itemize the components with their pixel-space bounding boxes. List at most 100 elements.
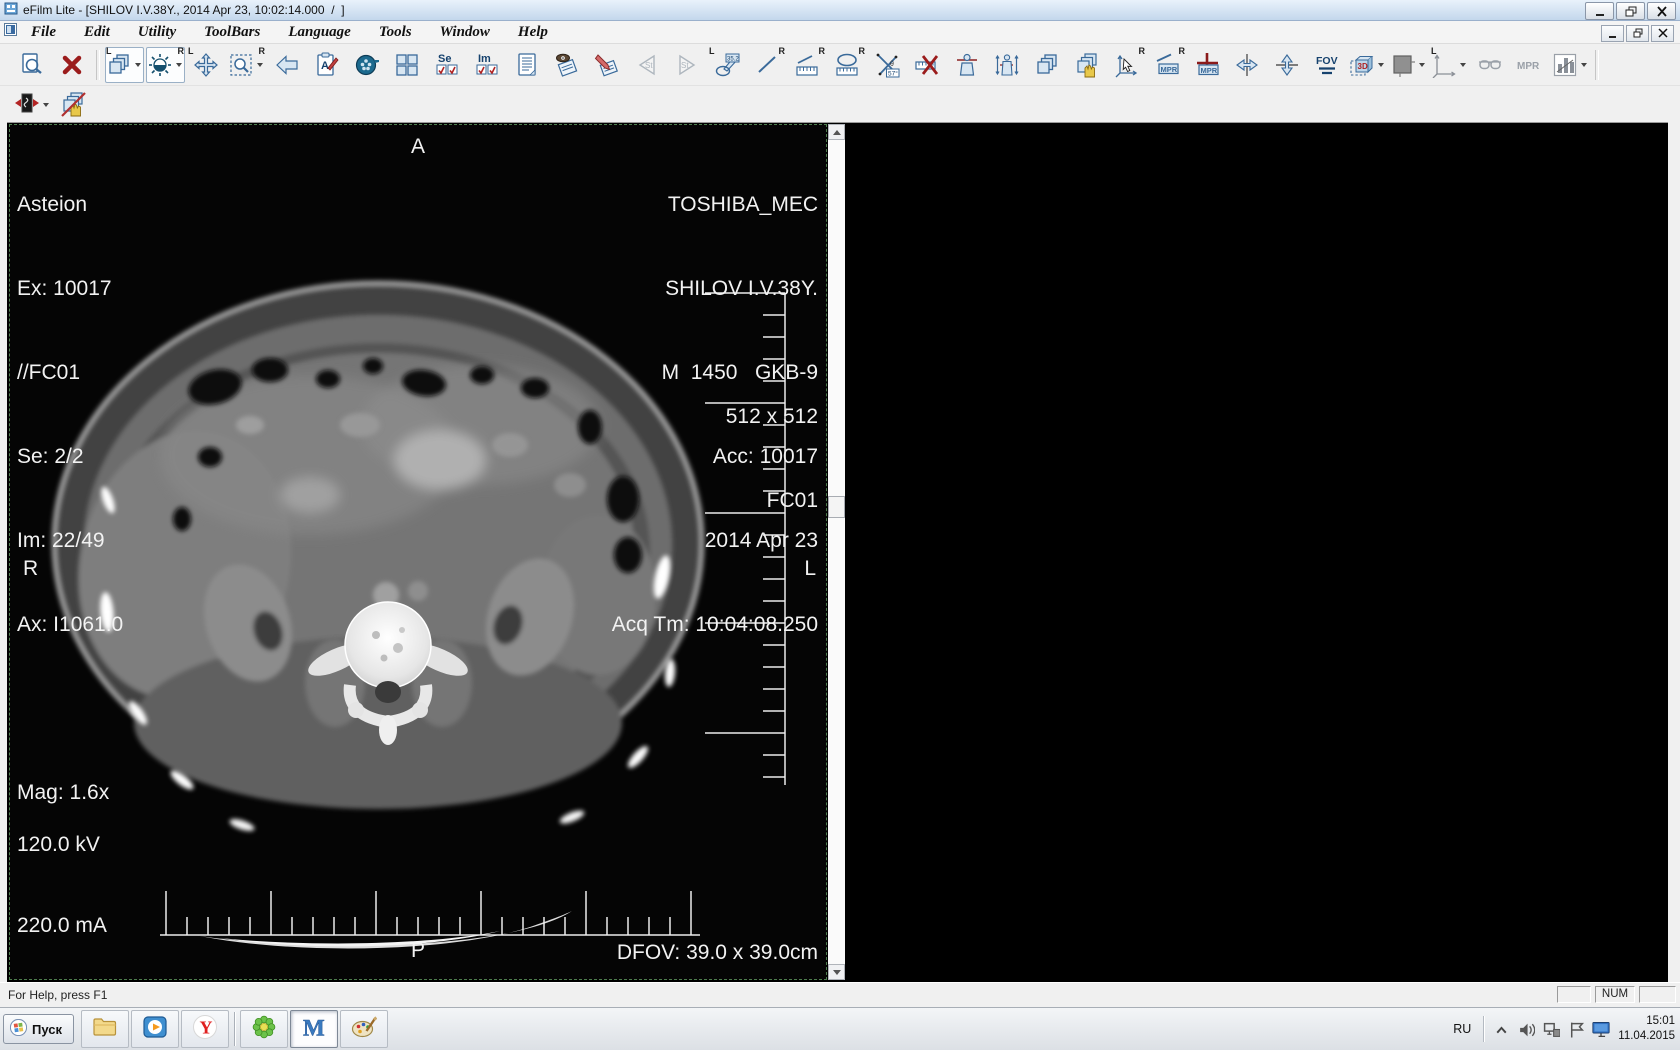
- toolbar-edit-report-button[interactable]: [588, 47, 626, 83]
- workspace: Asteion Ex: 10017 //FC01 Se: 2/2 Im: 22/…: [7, 122, 1668, 983]
- toolbar-series-synchronize-button[interactable]: Se: [428, 47, 466, 83]
- scroll-thumb[interactable]: [828, 496, 845, 518]
- toolbar-open-images-button[interactable]: [13, 47, 51, 83]
- minimize-button[interactable]: [1585, 2, 1614, 20]
- dropdown-arrow-icon[interactable]: [1375, 48, 1386, 82]
- clock-time: 15:01: [1618, 1014, 1675, 1029]
- image-viewport[interactable]: Asteion Ex: 10017 //FC01 Se: 2/2 Im: 22/…: [9, 124, 827, 980]
- mdi-restore-button[interactable]: [1626, 25, 1649, 42]
- taskbar-m-application-button[interactable]: М: [290, 1010, 338, 1048]
- toolbar-drag-stack-button[interactable]: [1068, 47, 1106, 83]
- toolbar-pan-mode-button[interactable]: L: [187, 47, 225, 83]
- display-icon[interactable]: [1592, 1020, 1610, 1038]
- taskbar-icq-button[interactable]: [240, 1010, 288, 1048]
- menu-utility[interactable]: Utility: [124, 24, 190, 41]
- scroll-down-button[interactable]: [828, 964, 845, 980]
- taskbar-paint-button[interactable]: [340, 1010, 388, 1048]
- close-button[interactable]: [1647, 2, 1676, 20]
- pages-hand-slash-icon: [60, 91, 86, 117]
- toolbar-cine-button[interactable]: [348, 47, 386, 83]
- taskbar-file-manager-button[interactable]: [81, 1010, 129, 1048]
- mpr-cross-icon: MPR: [1194, 52, 1220, 78]
- toolbar-volume-3d-button[interactable]: 3D: [1348, 47, 1387, 83]
- dropdown-arrow-icon[interactable]: [132, 48, 143, 82]
- start-button[interactable]: Пуск: [3, 1014, 74, 1044]
- toolbar-stack-mode-button[interactable]: L: [105, 47, 144, 83]
- toolbar-measure-distance-button[interactable]: R: [788, 47, 826, 83]
- overlay-line: FC01: [726, 487, 818, 515]
- toolbar-reference-lines-button[interactable]: [948, 47, 986, 83]
- sun-icon: [147, 52, 173, 78]
- dropdown-arrow-icon[interactable]: [1457, 48, 1468, 82]
- histogram-icon: [1552, 52, 1578, 78]
- mdi-minimize-button[interactable]: [1601, 25, 1624, 42]
- toolbar-measure-angle-button[interactable]: θ57°: [868, 47, 906, 83]
- menu-edit[interactable]: Edit: [70, 24, 124, 41]
- mdi-close-button[interactable]: [1651, 25, 1674, 42]
- toolbar-close-images-button[interactable]: [53, 47, 91, 83]
- toolbar-measure-ellipse-button[interactable]: R: [828, 47, 866, 83]
- scroll-up-button[interactable]: [828, 124, 845, 140]
- cursor-3d-icon: [1114, 52, 1140, 78]
- toolbar-report-button[interactable]: [508, 47, 546, 83]
- menu-window[interactable]: Window: [426, 24, 504, 41]
- menu-help[interactable]: Help: [504, 24, 562, 41]
- toolbar-link-stacks-button[interactable]: [1028, 47, 1066, 83]
- network-icon[interactable]: [1542, 1020, 1560, 1038]
- clock-date: 11.04.2015: [1618, 1029, 1675, 1044]
- taskbar-yandex-browser-button[interactable]: Y: [181, 1010, 229, 1048]
- menu-language[interactable]: Language: [274, 24, 365, 41]
- yandex-icon: Y: [192, 1014, 218, 1045]
- toolbar-previous-display-button[interactable]: [268, 47, 306, 83]
- mouse-button-badge: L: [1431, 46, 1437, 56]
- taskbar-media-player-button[interactable]: [131, 1010, 179, 1048]
- toolbar-match-fov-button[interactable]: FOV: [1308, 47, 1346, 83]
- svg-text:MPR: MPR: [1517, 61, 1540, 72]
- toolbar-zoom-mode-button[interactable]: R: [227, 47, 266, 83]
- status-num-lock-indicator: NUM: [1595, 986, 1635, 1003]
- toolbar-delete-measurements-button[interactable]: [908, 47, 946, 83]
- svg-text:A: A: [321, 60, 329, 72]
- mouse-button-badge: L: [188, 46, 194, 56]
- volume-icon[interactable]: [1517, 1020, 1535, 1038]
- wmp-icon: [142, 1014, 168, 1045]
- toolbar-mpr-orthogonal-button[interactable]: MPR: [1188, 47, 1226, 83]
- menu-toolbars[interactable]: ToolBars: [190, 24, 274, 41]
- menu-bar: FileEditUtilityToolBarsLanguageToolsWind…: [0, 21, 1680, 44]
- toolbar-image-synchronize-button[interactable]: Im: [468, 47, 506, 83]
- toolbar-probe-button[interactable]: 35.2L: [708, 47, 746, 83]
- hidden-icons-icon[interactable]: [1492, 1020, 1510, 1038]
- toolbar-flip-vertical-button[interactable]: [1268, 47, 1306, 83]
- image-scrollbar[interactable]: [828, 124, 845, 980]
- restore-button[interactable]: [1616, 2, 1645, 20]
- menu-file[interactable]: File: [17, 24, 70, 41]
- menu-tools[interactable]: Tools: [365, 24, 426, 41]
- pages-icon: [1034, 52, 1060, 78]
- action-center-icon[interactable]: [1567, 1020, 1585, 1038]
- toolbar-window-level-button[interactable]: R: [146, 47, 185, 83]
- toolbar-window-shade-button[interactable]: [1389, 47, 1428, 83]
- overlay-line: SHILOV I.V.38Y.: [612, 275, 818, 303]
- toolbar-view-report-button[interactable]: [548, 47, 586, 83]
- toolbar-dicom-export-button[interactable]: [13, 86, 52, 122]
- toolbar-annotation-button[interactable]: A: [308, 47, 346, 83]
- pencil-doc-icon: [594, 52, 620, 78]
- dropdown-arrow-icon[interactable]: [40, 87, 51, 121]
- toolbar-histogram-button: [1551, 47, 1590, 83]
- toolbar-flip-horizontal-button[interactable]: [1228, 47, 1266, 83]
- toolbar-suspend-drag-stack-button[interactable]: [54, 86, 92, 122]
- toolbar-layout-button[interactable]: [388, 47, 426, 83]
- angle-icon: θ57°: [874, 52, 900, 78]
- language-indicator[interactable]: RU: [1449, 1020, 1475, 1038]
- overlay-demographics-left: Asteion Ex: 10017 //FC01 Se: 2/2 Im: 22/…: [17, 135, 123, 863]
- toolbar-mpr-oblique-button[interactable]: MPRR: [1148, 47, 1186, 83]
- empty-viewport[interactable]: [847, 124, 1667, 980]
- clock[interactable]: 15:01 11.04.2015: [1618, 1014, 1675, 1044]
- toolbar-scout-lines-button[interactable]: [988, 47, 1026, 83]
- dropdown-arrow-icon[interactable]: [1578, 48, 1589, 82]
- toolbar-draw-line-button[interactable]: R: [748, 47, 786, 83]
- toolbar-cursor-3d-button[interactable]: R: [1108, 47, 1146, 83]
- line-icon: [754, 52, 780, 78]
- dropdown-arrow-icon[interactable]: [1416, 48, 1427, 82]
- pages-hand-icon: [1074, 52, 1100, 78]
